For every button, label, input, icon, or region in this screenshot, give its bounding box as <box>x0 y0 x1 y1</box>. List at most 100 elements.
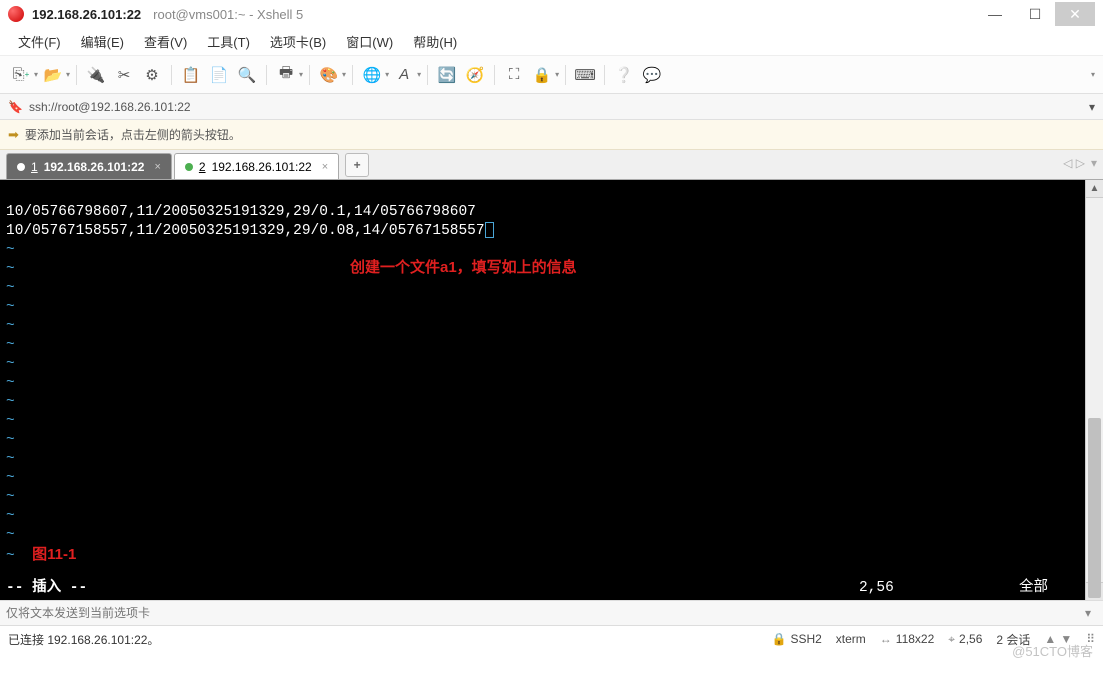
titlebar: 192.168.26.101:22 root@vms001:~ - Xshell… <box>0 0 1103 28</box>
watermark: @51CTO博客 <box>1012 641 1093 660</box>
tilde-line: ~ <box>6 280 15 296</box>
figure-label: 图11-1 <box>32 546 76 563</box>
tilde-line: ~ <box>6 394 15 410</box>
term-size: 118x22 <box>896 632 934 646</box>
tab-label: 192.168.26.101:22 <box>212 160 312 174</box>
tilde-line: ~ <box>6 548 15 564</box>
addressbar: 🔖 ssh://root@192.168.26.101:22 ▾ <box>0 94 1103 120</box>
term-type: xterm <box>836 632 866 646</box>
size-icon: ↔ <box>880 632 892 646</box>
lock-icon[interactable]: 🔒 <box>529 62 555 88</box>
tilde-line: ~ <box>6 508 15 524</box>
bookmark-icon[interactable]: 🔖 <box>8 100 23 114</box>
print-icon[interactable]: 🖶 <box>273 62 299 88</box>
fullscreen-icon[interactable]: ⛶ <box>501 62 527 88</box>
tab-close-icon[interactable]: × <box>154 161 160 173</box>
hint-text: 要添加当前会话，点击左侧的箭头按钮。 <box>25 126 241 143</box>
connection-status: 已连接 192.168.26.101:22。 <box>8 631 159 648</box>
refresh-icon[interactable]: 🔄 <box>434 62 460 88</box>
tilde-line: ~ <box>6 318 15 334</box>
tilde-line: ~ <box>6 299 15 315</box>
toolbar-overflow-icon[interactable]: ▾ <box>1091 70 1095 79</box>
open-icon[interactable]: 📂 <box>40 62 66 88</box>
address-overflow-icon[interactable]: ▾ <box>1089 100 1095 114</box>
tabbar: 1 192.168.26.101:22 × 2 192.168.26.101:2… <box>0 150 1103 180</box>
tab-label: 192.168.26.101:22 <box>44 160 145 174</box>
session-tab-2[interactable]: 2 192.168.26.101:22 × <box>174 153 339 179</box>
menubar: 文件(F) 编辑(E) 查看(V) 工具(T) 选项卡(B) 窗口(W) 帮助(… <box>0 28 1103 56</box>
tilde-line: ~ <box>6 413 15 429</box>
reconnect-icon[interactable]: 🔌 <box>83 62 109 88</box>
find-icon[interactable]: 🔍 <box>234 62 260 88</box>
tab-add-button[interactable]: + <box>345 153 369 177</box>
tilde-line: ~ <box>6 451 15 467</box>
tilde-line: ~ <box>6 375 15 391</box>
tilde-line: ~ <box>6 527 15 543</box>
minimize-button[interactable]: — <box>975 2 1015 26</box>
compose-input[interactable] <box>6 606 1079 620</box>
status-dot-icon <box>17 163 25 171</box>
terminal-area: 10/05766798607,11/20050325191329,29/0.1,… <box>0 180 1103 600</box>
vim-status-line: -- 插入 -- 2,56 全部 <box>6 579 1079 598</box>
compass-icon[interactable]: 🧭 <box>462 62 488 88</box>
tab-number: 2 <box>199 160 206 174</box>
tab-nav-icon[interactable]: ◁ ▷ <box>1063 156 1085 170</box>
maximize-button[interactable]: ☐ <box>1015 2 1055 26</box>
paste-icon[interactable]: 📄 <box>206 62 232 88</box>
tilde-line: ~ <box>6 356 15 372</box>
tab-close-icon[interactable]: × <box>322 161 328 173</box>
vim-cursor-pos: 2,56 <box>859 579 1019 598</box>
copy-icon[interactable]: 📋 <box>178 62 204 88</box>
scroll-track[interactable] <box>1086 198 1103 582</box>
tab-number: 1 <box>31 160 38 174</box>
disconnect-icon[interactable]: ✂ <box>111 62 137 88</box>
tilde-line: ~ <box>6 470 15 486</box>
close-button[interactable]: ✕ <box>1055 2 1095 26</box>
chat-icon[interactable]: 💬 <box>639 62 665 88</box>
font-icon[interactable]: A <box>391 62 417 88</box>
tilde-line: ~ <box>6 337 15 353</box>
toolbar: ⎘+▾ 📂▾ 🔌 ✂ ⚙ 📋 📄 🔍 🖶▾ 🎨▾ 🌐▾ A▾ 🔄 🧭 ⛶ 🔒▾ … <box>0 56 1103 94</box>
status-dot-icon <box>185 163 193 171</box>
terminal-line: 10/05767158557,11/20050325191329,29/0.08… <box>6 223 485 239</box>
cursor-icon <box>485 222 494 238</box>
tab-menu-icon[interactable]: ▾ <box>1091 156 1097 170</box>
address-text[interactable]: ssh://root@192.168.26.101:22 <box>29 100 191 114</box>
properties-icon[interactable]: ⚙ <box>139 62 165 88</box>
color-icon[interactable]: 🎨 <box>316 62 342 88</box>
compose-bar: ▾ <box>0 600 1103 626</box>
app-icon <box>8 6 24 22</box>
tilde-line: ~ <box>6 489 15 505</box>
menu-edit[interactable]: 编辑(E) <box>73 29 132 54</box>
cursor-pos: 2,56 <box>959 632 982 646</box>
scrollbar[interactable]: ▲ ▼ <box>1085 180 1103 600</box>
hint-arrow-icon[interactable]: ➡ <box>8 127 19 143</box>
help-icon[interactable]: ❔ <box>611 62 637 88</box>
scroll-thumb[interactable] <box>1088 418 1101 598</box>
infobar: ➡ 要添加当前会话，点击左侧的箭头按钮。 <box>0 120 1103 150</box>
tilde-line: ~ <box>6 261 15 277</box>
caret-icon: ⌖ <box>948 632 955 647</box>
lang-icon[interactable]: 🌐 <box>359 62 385 88</box>
protocol: SSH2 <box>790 632 821 646</box>
new-session-icon[interactable]: ⎘+ <box>8 62 34 88</box>
menu-file[interactable]: 文件(F) <box>10 29 69 54</box>
session-tab-1[interactable]: 1 192.168.26.101:22 × <box>6 153 172 179</box>
terminal-line: 10/05766798607,11/20050325191329,29/0.1,… <box>6 204 476 220</box>
annotation-text: 创建一个文件a1，填写如上的信息 <box>350 258 577 277</box>
menu-view[interactable]: 查看(V) <box>136 29 195 54</box>
keyboard-icon[interactable]: ⌨ <box>572 62 598 88</box>
menu-tools[interactable]: 工具(T) <box>199 29 258 54</box>
menu-tabs[interactable]: 选项卡(B) <box>262 29 334 54</box>
terminal[interactable]: 10/05766798607,11/20050325191329,29/0.1,… <box>0 180 1085 600</box>
statusbar: 已连接 192.168.26.101:22。 🔒 SSH2 xterm ↔ 118x… <box>0 626 1103 652</box>
tilde-line: ~ <box>6 242 15 258</box>
tilde-line: ~ <box>6 432 15 448</box>
menu-window[interactable]: 窗口(W) <box>338 29 401 54</box>
scroll-up-icon[interactable]: ▲ <box>1086 180 1103 198</box>
menu-help[interactable]: 帮助(H) <box>405 29 465 54</box>
vim-mode: -- 插入 -- <box>6 579 87 598</box>
compose-menu-icon[interactable]: ▾ <box>1079 606 1097 620</box>
window-title-main: 192.168.26.101:22 <box>32 7 141 22</box>
lock-small-icon: 🔒 <box>771 632 786 646</box>
